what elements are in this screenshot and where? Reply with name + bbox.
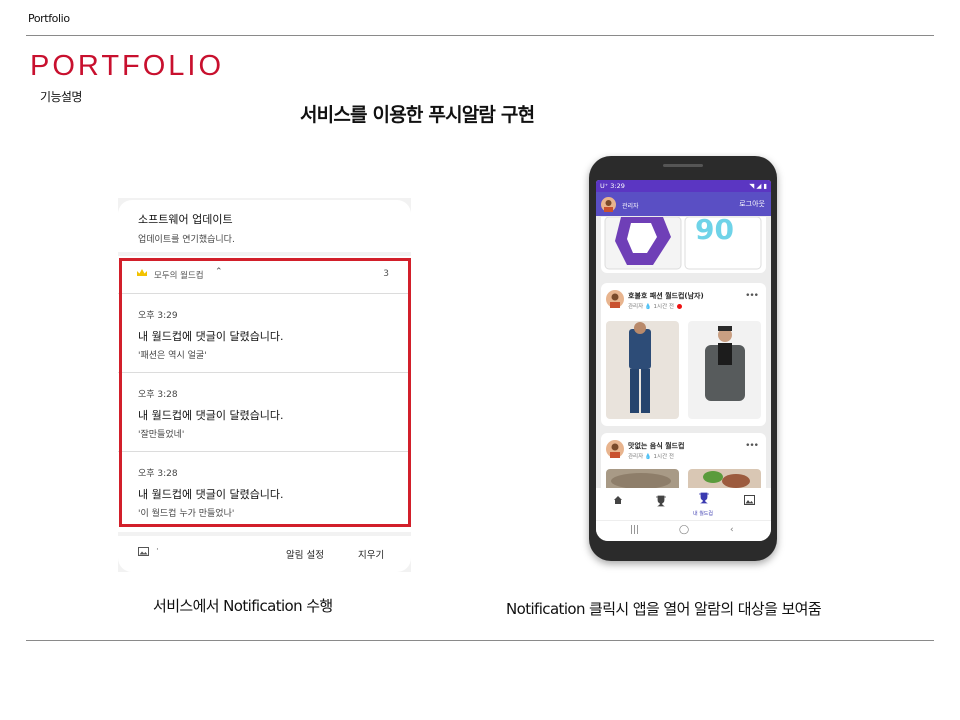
image-icon[interactable]	[138, 547, 149, 556]
top-label: Portfolio	[28, 12, 70, 25]
more-options-icon[interactable]: •••	[745, 441, 759, 451]
card-meta: 관리자 💧 1시간 전	[628, 302, 682, 310]
clear-button[interactable]: 지우기	[358, 547, 384, 561]
update-title: 소프트웨어 업데이트	[138, 213, 233, 226]
back-icon[interactable]: ‹	[730, 525, 734, 535]
card-title: 호불호 패션 월드컵(남자)	[628, 292, 704, 300]
avatar[interactable]	[601, 197, 616, 212]
system-navigation: ||| ◯ ‹	[596, 520, 771, 541]
svg-text:90: 90	[695, 217, 734, 246]
top-divider	[26, 35, 934, 36]
card-meta: 관리자 💧 1시간 전	[628, 454, 674, 460]
card-thumbnails: # 90	[604, 217, 762, 270]
status-time: U⁺ 3:29	[600, 182, 625, 190]
footer-dot: ·	[156, 545, 159, 555]
gallery-icon[interactable]	[744, 495, 755, 505]
bottom-divider	[26, 640, 934, 641]
worldcup-card[interactable]: 맛없는 음식 월드컵 관리자 💧 1시간 전 •••	[601, 433, 766, 493]
trophy-icon[interactable]	[655, 495, 667, 507]
section-subhead: 기능설명	[40, 90, 82, 104]
update-notification[interactable]: 소프트웨어 업데이트 업데이트를 연기했습니다.	[118, 200, 411, 252]
notification-settings-button[interactable]: 알림 설정	[286, 547, 324, 561]
update-subtitle: 업데이트를 연기했습니다.	[138, 235, 235, 245]
more-options-icon[interactable]: •••	[745, 291, 759, 301]
app-user-name: 관리자	[622, 203, 639, 210]
highlight-box	[119, 258, 411, 527]
new-indicator	[676, 304, 682, 309]
phone-screen: U⁺ 3:29 ◥ ◢ ▮ 관리자 로그아웃 # 90 호불호 패션 월드컵(남…	[596, 180, 771, 541]
caption-left: 서비스에서 Notification 수행	[153, 597, 333, 615]
card-images	[606, 321, 761, 419]
status-bar: U⁺ 3:29 ◥ ◢ ▮	[596, 180, 771, 192]
app-bar: 관리자 로그아웃	[596, 192, 771, 216]
svg-text:#: #	[655, 225, 663, 236]
nav-label-my-worldcup: 내 월드컵	[693, 511, 713, 517]
home-button-icon[interactable]: ◯	[679, 525, 689, 535]
notification-footer: · 알림 설정 지우기	[118, 536, 411, 572]
page-title: 서비스를 이용한 푸시알람 구현	[300, 104, 535, 126]
avatar	[606, 440, 624, 458]
worldcup-card[interactable]: 호불호 패션 월드컵(남자) 관리자 💧 1시간 전 •••	[601, 283, 766, 426]
status-icons: ◥ ◢ ▮	[749, 182, 767, 190]
worldcup-card-partial[interactable]: # 90	[601, 217, 766, 273]
phone-speaker	[663, 164, 703, 167]
card-title: 맛없는 음식 월드컵	[628, 442, 685, 450]
brand-title: PORTFOLIO	[30, 50, 225, 82]
caption-right: Notification 클릭시 앱을 열어 알람의 대상을 보여줌	[506, 600, 822, 618]
recents-icon[interactable]: |||	[630, 525, 639, 535]
home-icon[interactable]	[613, 495, 623, 505]
avatar	[606, 290, 624, 308]
bottom-navigation: 내 월드컵	[596, 488, 771, 520]
my-trophy-icon[interactable]	[698, 492, 710, 504]
logout-button[interactable]: 로그아웃	[739, 199, 765, 209]
